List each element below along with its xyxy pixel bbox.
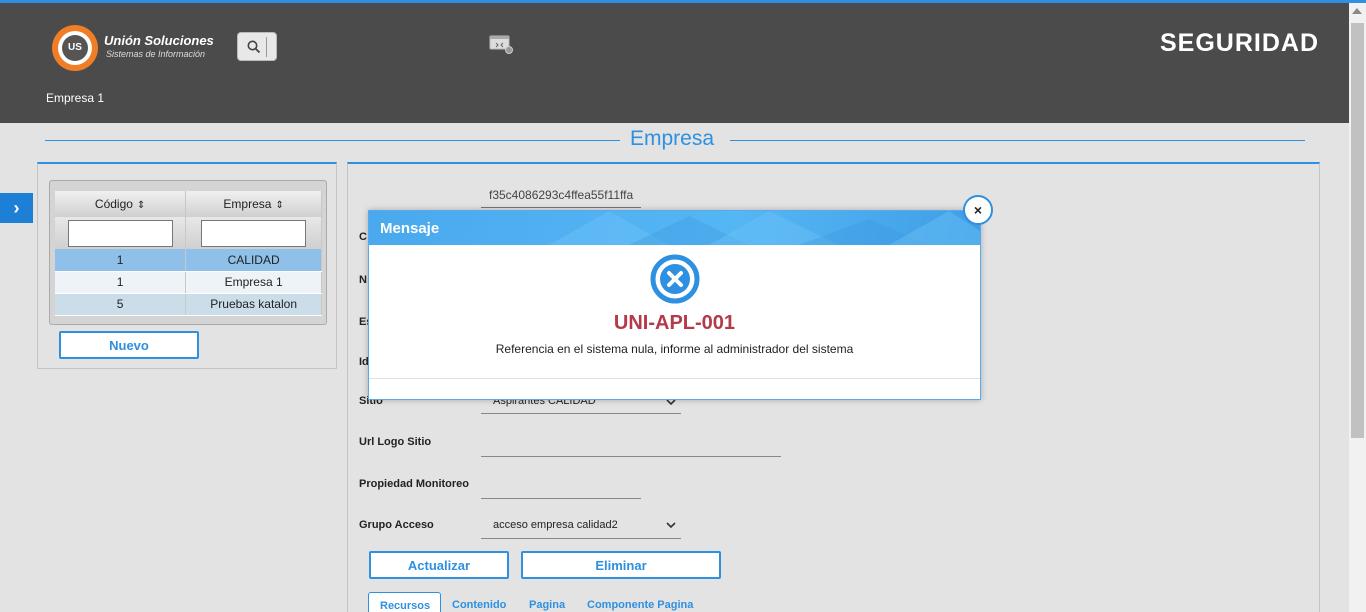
url-logo-input[interactable]: [481, 456, 781, 457]
monitor-settings-icon[interactable]: [489, 35, 515, 55]
new-company-button[interactable]: Nuevo: [59, 331, 199, 359]
filter-codigo-input[interactable]: [67, 219, 173, 247]
search-icon: [247, 40, 261, 54]
page-scrollbar[interactable]: [1349, 3, 1366, 612]
logo-subtitle: Sistemas de Información: [106, 49, 206, 59]
field-label-partial: C: [359, 231, 367, 243]
message-dialog: Mensaje UNI-APL-001 Referencia en el sis…: [368, 210, 981, 400]
grupo-select[interactable]: acceso empresa calidad2: [493, 519, 618, 531]
error-code: UNI-APL-001: [613, 312, 736, 334]
scroll-up-arrow[interactable]: [1352, 8, 1362, 14]
dialog-header: Mensaje: [369, 211, 980, 245]
tab-pagina[interactable]: Pagina: [529, 592, 565, 612]
company-list-panel: Código ⇕ Empresa ⇕ 1 CALIDAD 1 Empresa 1 5…: [37, 162, 337, 369]
page-title-row: Empresa: [45, 125, 1305, 155]
filter-empresa-input[interactable]: [201, 219, 307, 247]
tab-componente-pagina[interactable]: Componente Pagina: [587, 592, 693, 612]
update-button[interactable]: Actualizar: [369, 551, 509, 579]
table-row[interactable]: 1 Empresa 1: [55, 271, 322, 294]
grupo-label: Grupo Acceso: [359, 519, 434, 531]
chevron-right-icon: ›: [13, 198, 20, 218]
search-button[interactable]: [237, 32, 277, 61]
logo-mark: US: [62, 35, 88, 61]
app-header: US Unión Soluciones Sistemas de Informac…: [0, 3, 1366, 123]
title-divider-left: [45, 140, 620, 141]
close-icon: ×: [973, 202, 983, 218]
error-message: Referencia en el sistema nula, informe a…: [495, 342, 854, 356]
table-row[interactable]: 5 Pruebas katalon: [55, 293, 322, 316]
logo-badge: US: [52, 25, 98, 71]
delete-button[interactable]: Eliminar: [521, 551, 721, 579]
page-title: Empresa: [630, 127, 715, 150]
field-label-partial: N: [359, 274, 367, 286]
tab-contenido[interactable]: Contenido: [452, 592, 506, 612]
chevron-down-icon: [666, 522, 676, 529]
sort-icon: ⇕: [136, 200, 146, 211]
company-grid: Código ⇕ Empresa ⇕ 1 CALIDAD 1 Empresa 1 5…: [49, 180, 327, 325]
error-icon: [650, 254, 700, 304]
record-id: f35c4086293c4ffea55f11ffa: [489, 188, 634, 202]
current-company: Empresa 1: [46, 91, 105, 105]
column-header-empresa[interactable]: Empresa ⇕: [185, 191, 322, 217]
close-dialog-button[interactable]: ×: [963, 195, 993, 225]
logo-title: Unión Soluciones: [104, 33, 214, 48]
sidebar-toggle-button[interactable]: ›: [0, 193, 33, 223]
propiedad-label: Propiedad Monitoreo: [359, 478, 469, 490]
column-header-codigo[interactable]: Código ⇕: [55, 191, 187, 217]
propiedad-input[interactable]: [481, 498, 641, 499]
app-brand: SEGURIDAD: [1160, 29, 1320, 57]
url-logo-label: Url Logo Sitio: [359, 436, 432, 448]
table-row[interactable]: 1 CALIDAD: [55, 249, 322, 272]
scroll-thumb[interactable]: [1351, 23, 1364, 438]
sort-icon: ⇕: [275, 200, 284, 211]
dialog-title: Mensaje: [380, 220, 440, 237]
title-divider-right: [730, 140, 1305, 141]
tab-recursos[interactable]: Recursos: [368, 592, 442, 612]
company-logo[interactable]: US Unión Soluciones Sistemas de Informac…: [52, 23, 222, 71]
